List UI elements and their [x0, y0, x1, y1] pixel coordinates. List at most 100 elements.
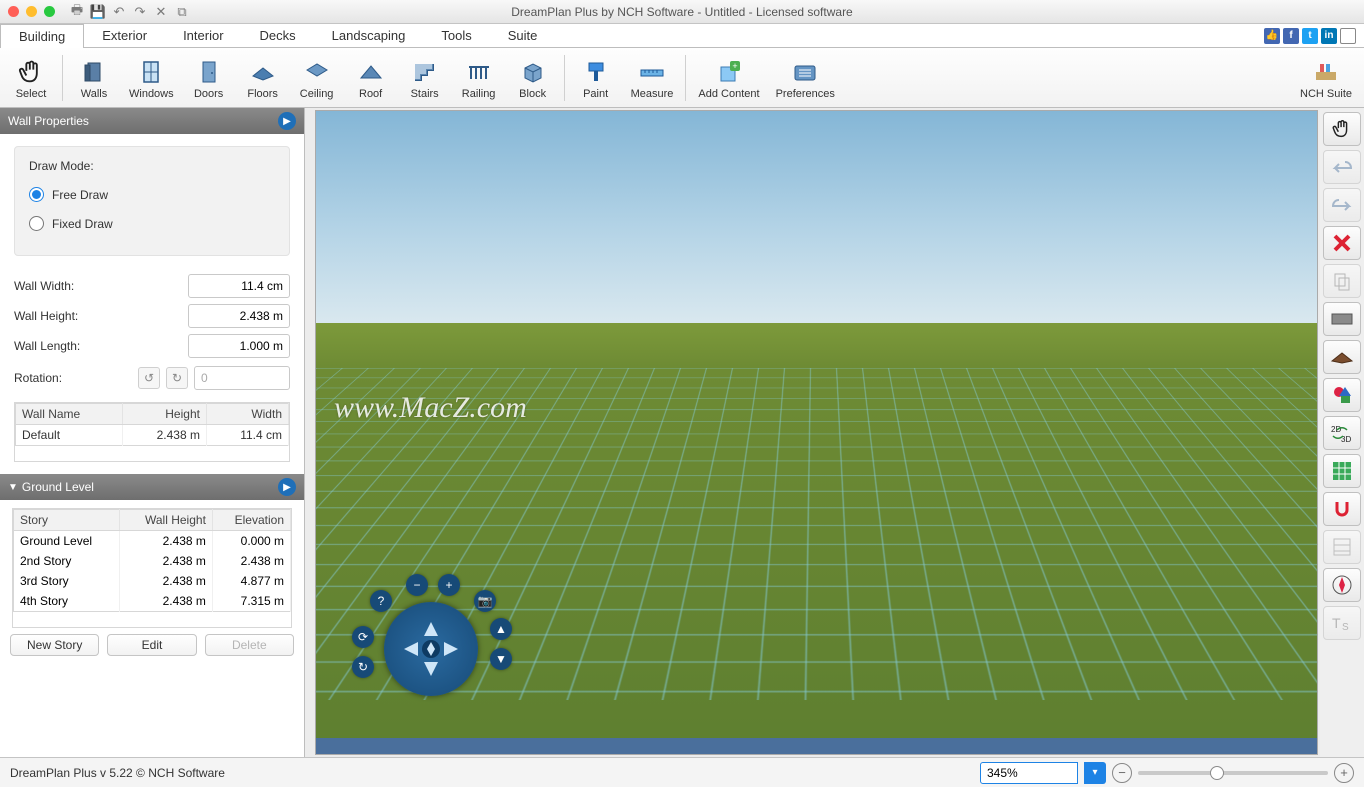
zoom-in-button[interactable]: + [438, 574, 460, 596]
ribbon-nch-suite[interactable]: NCH Suite [1292, 54, 1360, 102]
orbit-button[interactable]: ⟳ [352, 626, 374, 648]
save-icon[interactable]: 💾 [90, 4, 106, 20]
col-header[interactable]: Elevation [212, 510, 290, 531]
compass-button[interactable] [1323, 568, 1361, 602]
undo-button[interactable] [1323, 150, 1361, 184]
col-header[interactable]: Height [122, 404, 206, 425]
layers-button[interactable] [1323, 530, 1361, 564]
undo-icon[interactable]: ↶ [111, 4, 127, 20]
btn-label: New Story [27, 638, 82, 652]
redo-button[interactable] [1323, 188, 1361, 222]
zoom-out-button[interactable]: − [406, 574, 428, 596]
close-window-button[interactable] [8, 6, 19, 17]
maximize-window-button[interactable] [44, 6, 55, 17]
ribbon-railing[interactable]: Railing [452, 54, 506, 102]
tab-building[interactable]: Building [0, 24, 84, 48]
video-help-icon[interactable]: ▶ [278, 112, 296, 130]
delete-story-button[interactable]: Delete [205, 634, 294, 656]
facebook-icon[interactable]: f [1283, 28, 1299, 44]
camera-button[interactable]: 📷 [474, 590, 496, 612]
ribbon-add-content[interactable]: +Add Content [690, 54, 767, 102]
col-header[interactable]: Story [14, 510, 120, 531]
print-icon[interactable]: 🖶 [69, 4, 85, 20]
ribbon-preferences[interactable]: Preferences [768, 54, 843, 102]
wall-height-input[interactable] [188, 304, 290, 328]
ribbon-paint[interactable]: Paint [569, 54, 623, 102]
redo-icon[interactable]: ↷ [132, 4, 148, 20]
wall-table[interactable]: Wall NameHeightWidth Default2.438 m11.4 … [15, 403, 289, 446]
ribbon-doors[interactable]: Doors [182, 54, 236, 102]
story-table[interactable]: StoryWall HeightElevation Ground Level2.… [13, 509, 291, 612]
thumbs-up-icon[interactable]: 👍 [1264, 28, 1280, 44]
tab-decks[interactable]: Decks [242, 24, 314, 47]
cut-icon[interactable]: ✕ [153, 4, 169, 20]
linkedin-icon[interactable]: in [1321, 28, 1337, 44]
rotate-cw-button[interactable]: ↻ [166, 367, 188, 389]
tab-exterior[interactable]: Exterior [84, 24, 165, 47]
free-draw-radio[interactable] [29, 187, 44, 202]
zoom-input[interactable] [980, 762, 1078, 784]
snap-toggle-button[interactable] [1323, 492, 1361, 526]
col-header[interactable]: Wall Name [16, 404, 123, 425]
view-2d-3d-button[interactable]: 2D3D [1323, 416, 1361, 450]
twitter-icon[interactable]: t [1302, 28, 1318, 44]
text-tool-button[interactable]: TS [1323, 606, 1361, 640]
fixed-draw-radio[interactable] [29, 216, 44, 231]
wall-tool-button[interactable] [1323, 302, 1361, 336]
tab-landscaping[interactable]: Landscaping [314, 24, 424, 47]
quick-access-toolbar: 🖶 💾 ↶ ↷ ✕ ⧉ [69, 4, 190, 20]
copy-button[interactable] [1323, 264, 1361, 298]
zoom-slider-thumb[interactable] [1210, 766, 1224, 780]
new-story-button[interactable]: New Story [10, 634, 99, 656]
col-header[interactable]: Width [206, 404, 288, 425]
ribbon-block[interactable]: Block [506, 54, 560, 102]
object-tool-button[interactable] [1323, 378, 1361, 412]
zoom-dropdown-button[interactable]: ▾ [1084, 762, 1106, 784]
ribbon-walls[interactable]: Walls [67, 54, 121, 102]
ribbon-floors[interactable]: Floors [236, 54, 290, 102]
edit-story-button[interactable]: Edit [107, 634, 196, 656]
help-icon[interactable]: ? [1340, 28, 1356, 44]
tab-interior[interactable]: Interior [165, 24, 241, 47]
table-row[interactable]: 4th Story2.438 m7.315 m [14, 591, 291, 612]
video-help-icon[interactable]: ▶ [278, 478, 296, 496]
wall-properties-header[interactable]: Wall Properties ▶ [0, 108, 304, 134]
separator [685, 55, 686, 101]
3d-viewport[interactable]: www.MacZ.com − + ? 📷 ⟳ ▲ [315, 110, 1318, 755]
fixed-draw-radio-row[interactable]: Fixed Draw [29, 216, 275, 231]
delete-button[interactable] [1323, 226, 1361, 260]
tilt-button[interactable]: ↻ [352, 656, 374, 678]
tab-suite[interactable]: Suite [490, 24, 556, 47]
ribbon-ceiling[interactable]: Ceiling [290, 54, 344, 102]
zoom-in-button[interactable]: + [1334, 763, 1354, 783]
copy-icon[interactable]: ⧉ [174, 4, 190, 20]
wall-width-input[interactable] [188, 274, 290, 298]
free-draw-radio-row[interactable]: Free Draw [29, 187, 275, 202]
tab-tools[interactable]: Tools [423, 24, 489, 47]
ribbon-windows[interactable]: Windows [121, 54, 182, 102]
help-nav-button[interactable]: ? [370, 590, 392, 612]
wall-length-input[interactable] [188, 334, 290, 358]
ribbon-roof[interactable]: Roof [344, 54, 398, 102]
nav-disc[interactable] [384, 602, 478, 696]
pan-tool-button[interactable] [1323, 112, 1361, 146]
ribbon-select[interactable]: Select [4, 54, 58, 102]
zoom-slider[interactable] [1138, 771, 1328, 775]
terrain-tool-button[interactable] [1323, 340, 1361, 374]
elev-up-button[interactable]: ▲ [490, 618, 512, 640]
zoom-out-button[interactable]: − [1112, 763, 1132, 783]
ground-level-header[interactable]: ▼ Ground Level ▶ [0, 474, 304, 500]
rotate-ccw-button[interactable]: ↺ [138, 367, 160, 389]
cell: 3rd Story [14, 571, 120, 591]
ribbon-measure[interactable]: Measure [623, 54, 682, 102]
minimize-window-button[interactable] [26, 6, 37, 17]
table-row[interactable]: Ground Level2.438 m0.000 m [14, 531, 291, 552]
rotation-input[interactable] [194, 366, 290, 390]
table-row[interactable]: Default2.438 m11.4 cm [16, 425, 289, 446]
elev-down-button[interactable]: ▼ [490, 648, 512, 670]
col-header[interactable]: Wall Height [120, 510, 213, 531]
table-row[interactable]: 3rd Story2.438 m4.877 m [14, 571, 291, 591]
table-row[interactable]: 2nd Story2.438 m2.438 m [14, 551, 291, 571]
grid-toggle-button[interactable] [1323, 454, 1361, 488]
ribbon-stairs[interactable]: Stairs [398, 54, 452, 102]
